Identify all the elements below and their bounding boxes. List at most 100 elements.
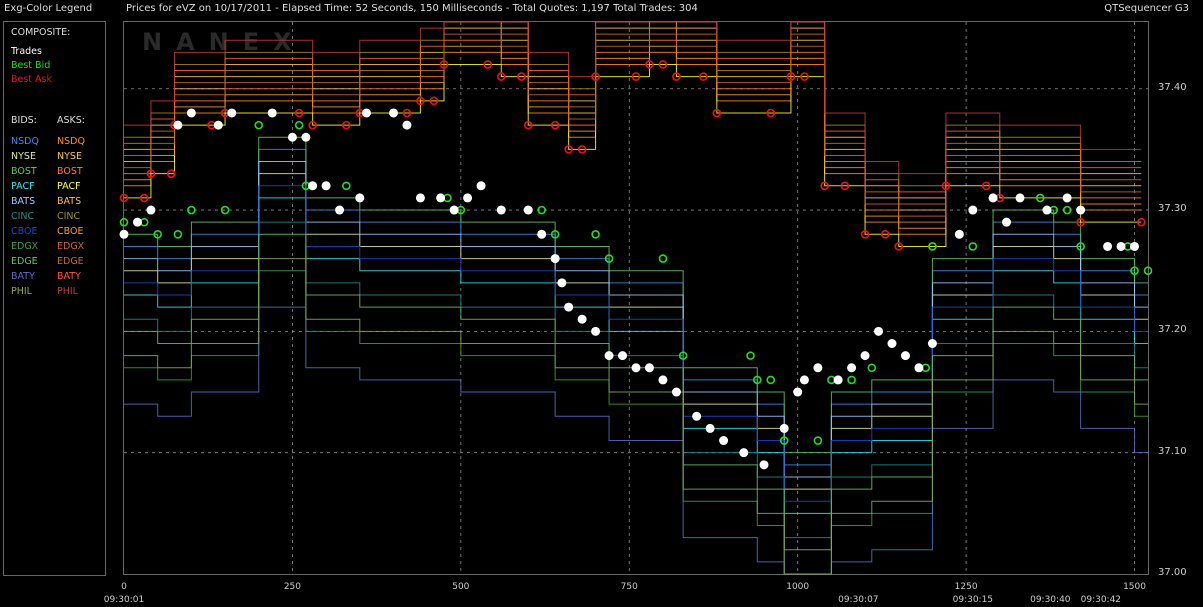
trade-point <box>449 205 459 215</box>
trade-point <box>186 108 196 118</box>
bid-line-phil <box>124 258 1148 575</box>
trade-point <box>1130 241 1140 251</box>
trade-point <box>119 229 129 239</box>
best-bid-point <box>342 181 351 191</box>
trade-point <box>287 132 297 142</box>
trade-point <box>577 314 587 324</box>
trade-point <box>988 193 998 203</box>
trade-point <box>476 181 486 191</box>
trade-point <box>355 193 365 203</box>
trade-point <box>173 120 183 130</box>
trade-point <box>335 205 345 215</box>
trade-point <box>860 351 870 361</box>
trade-point <box>914 363 924 373</box>
best-bid-point <box>847 375 856 385</box>
best-bid-point <box>294 120 304 130</box>
y-tick-label: 37.10 <box>1158 445 1187 457</box>
trade-point <box>591 326 601 336</box>
x-tick-label: 250 <box>283 582 301 592</box>
best-bid-point <box>813 436 823 445</box>
x-tick-label: 1250 <box>954 582 978 592</box>
trade-point <box>954 229 964 239</box>
best-bid-point <box>746 351 755 360</box>
trade-point <box>557 278 567 288</box>
trade-point <box>618 351 628 361</box>
trade-point <box>692 411 702 421</box>
time-label: 09:30:07 <box>838 595 879 605</box>
best-bid-point <box>968 242 978 251</box>
trade-point <box>308 181 318 191</box>
trade-point <box>604 351 614 361</box>
trade-point <box>415 193 425 203</box>
best-bid-point <box>119 217 129 227</box>
trade-point <box>847 363 857 373</box>
trade-point <box>833 375 843 385</box>
trade-point <box>227 108 237 118</box>
trade-point <box>213 120 223 130</box>
price-chart: NANEX <box>119 21 1153 575</box>
trade-point <box>550 254 560 264</box>
watermark: NANEX <box>142 28 306 56</box>
trade-point <box>968 205 978 215</box>
x-tick-label: 500 <box>452 582 470 592</box>
x-tick-label: 1500 <box>1123 582 1146 592</box>
best-bid-point <box>173 230 183 239</box>
x-tick-label: 1000 <box>786 582 810 592</box>
trade-point <box>1015 193 1025 203</box>
best-bid-point <box>658 254 668 263</box>
time-label: 09:30:40 <box>1030 595 1071 605</box>
trade-point <box>463 193 473 203</box>
trade-point <box>779 423 789 433</box>
y-tick-label: 37.20 <box>1158 324 1187 336</box>
trade-point <box>537 229 547 239</box>
trade-point <box>671 387 681 397</box>
x-tick-label: 750 <box>620 582 638 592</box>
trade-point <box>874 326 884 336</box>
trade-point <box>436 193 446 203</box>
bid-line-baty <box>124 306 1148 575</box>
trade-point <box>301 132 311 142</box>
time-label: 09:30:15 <box>952 595 994 605</box>
trade-point <box>523 205 533 215</box>
best-bid-point <box>254 120 264 130</box>
trade-point <box>132 217 142 227</box>
y-tick-label: 37.40 <box>1158 81 1187 93</box>
trade-point <box>1042 205 1052 215</box>
trade-point <box>1002 217 1012 227</box>
trade-point <box>900 351 910 361</box>
trade-point <box>362 108 372 118</box>
trade-point <box>644 363 654 373</box>
y-tick-label: 37.30 <box>1158 203 1187 215</box>
best-bid-point <box>867 363 877 373</box>
trade-point <box>321 181 331 191</box>
trade-point <box>793 387 803 397</box>
trade-point <box>719 436 729 446</box>
bid-line-edgx <box>124 270 1148 575</box>
trade-point <box>1103 241 1113 251</box>
trade-point <box>705 423 715 433</box>
trade-point <box>887 338 897 348</box>
trade-point <box>927 338 937 348</box>
y-tick-label: 37.00 <box>1158 567 1187 578</box>
time-label: 09:30:01 <box>103 595 145 605</box>
trade-point <box>799 375 809 385</box>
trade-point <box>759 460 769 470</box>
trade-point <box>1062 193 1072 203</box>
trade-point <box>496 205 506 215</box>
trade-point <box>813 363 823 373</box>
best-bid-point <box>591 230 600 239</box>
trade-point <box>267 108 277 118</box>
trade-point <box>146 205 156 215</box>
trade-point <box>1076 205 1086 215</box>
trade-point <box>564 302 574 312</box>
trade-point <box>739 448 749 458</box>
x-tick-label: 0 <box>121 582 127 592</box>
trade-point <box>388 108 398 118</box>
trade-point <box>658 375 668 385</box>
trade-point <box>1116 241 1126 251</box>
trade-point <box>631 363 641 373</box>
time-label: 09:30:42 <box>1080 595 1122 605</box>
best-bid-point <box>766 375 776 385</box>
trade-point <box>402 120 412 130</box>
best-bid-point <box>1143 266 1153 276</box>
